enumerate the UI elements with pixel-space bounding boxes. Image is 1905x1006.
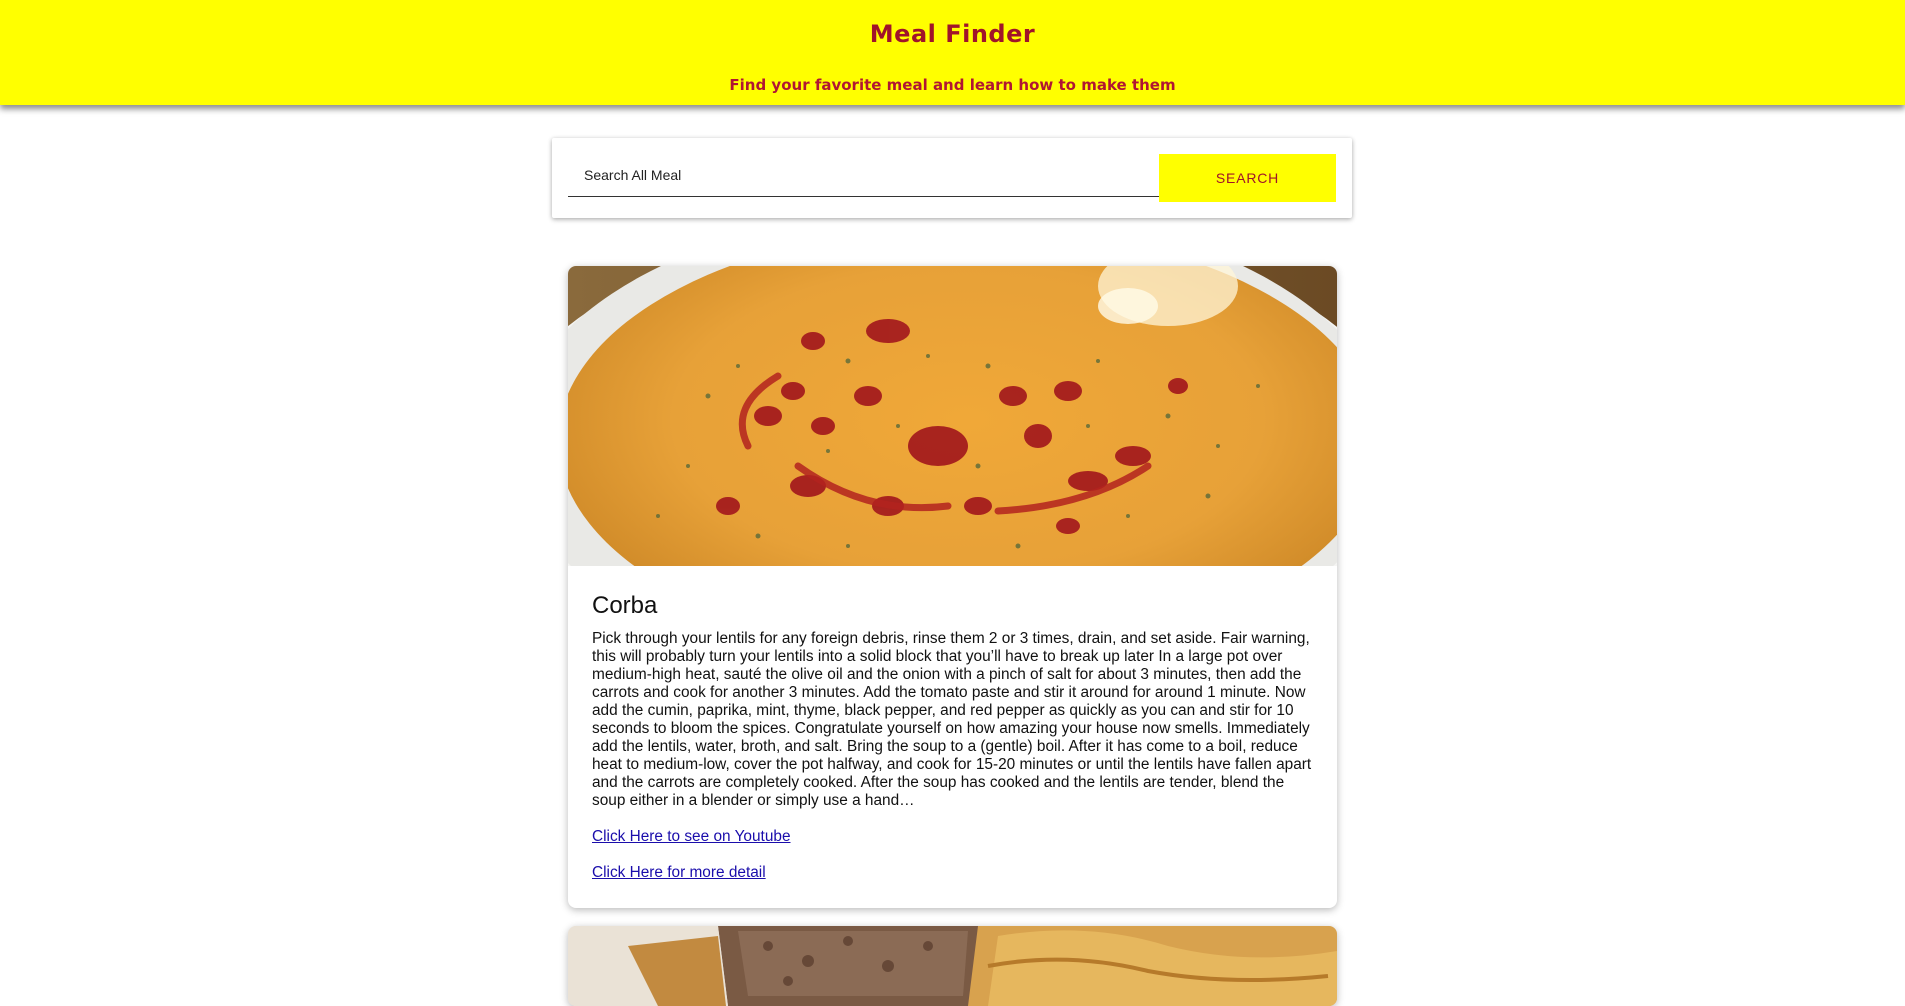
meal-instructions: Pick through your lentils for any foreig… (592, 630, 1312, 809)
app-header: Meal Finder Find your favorite meal and … (0, 0, 1905, 105)
search-input[interactable] (568, 154, 1160, 197)
detail-link[interactable]: Click Here for more detail (592, 864, 1312, 882)
lentil-soup-photo-icon (568, 266, 1337, 566)
burek-pastry-photo-icon (568, 926, 1337, 1006)
youtube-link[interactable]: Click Here to see on Youtube (592, 828, 1312, 846)
search-panel: SEARCH (552, 138, 1352, 218)
meal-card: Corba Pick through your lentils for any … (568, 266, 1337, 908)
meal-name: Corba (592, 592, 658, 619)
meal-card-body: Corba Pick through your lentils for any … (592, 592, 1312, 882)
search-button[interactable]: SEARCH (1159, 154, 1336, 202)
page-subtitle: Find your favorite meal and learn how to… (729, 76, 1176, 94)
meal-card (568, 926, 1337, 1006)
page-title: Meal Finder (869, 20, 1036, 48)
